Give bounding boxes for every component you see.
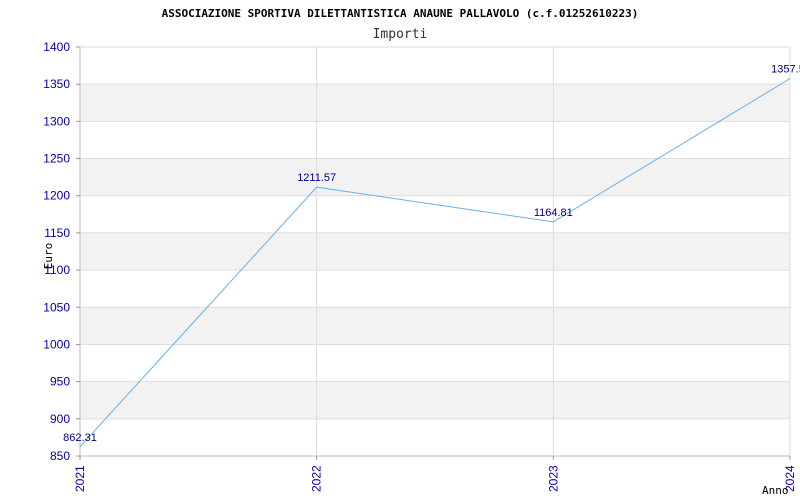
y-tick-label: 1400 xyxy=(43,40,70,54)
chart-title: ASSOCIAZIONE SPORTIVA DILETTANTISTICA AN… xyxy=(162,7,639,20)
y-tick-label: 1200 xyxy=(43,189,70,203)
data-label: 1211.57 xyxy=(297,172,336,184)
data-label: 1357.5 xyxy=(771,64,800,76)
y-tick-label: 900 xyxy=(50,412,70,426)
x-axis-title: Anno xyxy=(762,484,789,497)
plot-band xyxy=(80,381,790,419)
y-tick-label: 1350 xyxy=(43,77,70,91)
plot-background xyxy=(80,84,790,419)
plot-band xyxy=(80,232,790,271)
y-tick-label: 850 xyxy=(50,449,70,463)
plot-band xyxy=(80,158,790,196)
y-tick-label: 1000 xyxy=(43,337,70,351)
y-tick-label: 1300 xyxy=(43,114,70,128)
plot-band xyxy=(80,307,790,345)
y-tick-label: 1250 xyxy=(43,152,70,166)
x-tick-label: 2022 xyxy=(310,465,324,492)
chart-subtitle: Importi xyxy=(373,27,428,42)
y-tick-label: 1150 xyxy=(44,226,70,240)
y-tick-label: 1050 xyxy=(43,300,70,314)
x-tick-label: 2021 xyxy=(73,465,87,492)
line-chart: ASSOCIAZIONE SPORTIVA DILETTANTISTICA AN… xyxy=(42,7,800,497)
plot-band xyxy=(80,84,790,122)
y-tick-label: 950 xyxy=(50,375,70,389)
data-label: 1164.81 xyxy=(534,207,573,219)
x-tick-label: 2023 xyxy=(546,465,560,492)
x-axis-ticks: 2021 2022 2023 2024 xyxy=(73,456,797,492)
data-label: 862.31 xyxy=(63,432,97,444)
y-axis-title: Euro xyxy=(42,243,55,270)
